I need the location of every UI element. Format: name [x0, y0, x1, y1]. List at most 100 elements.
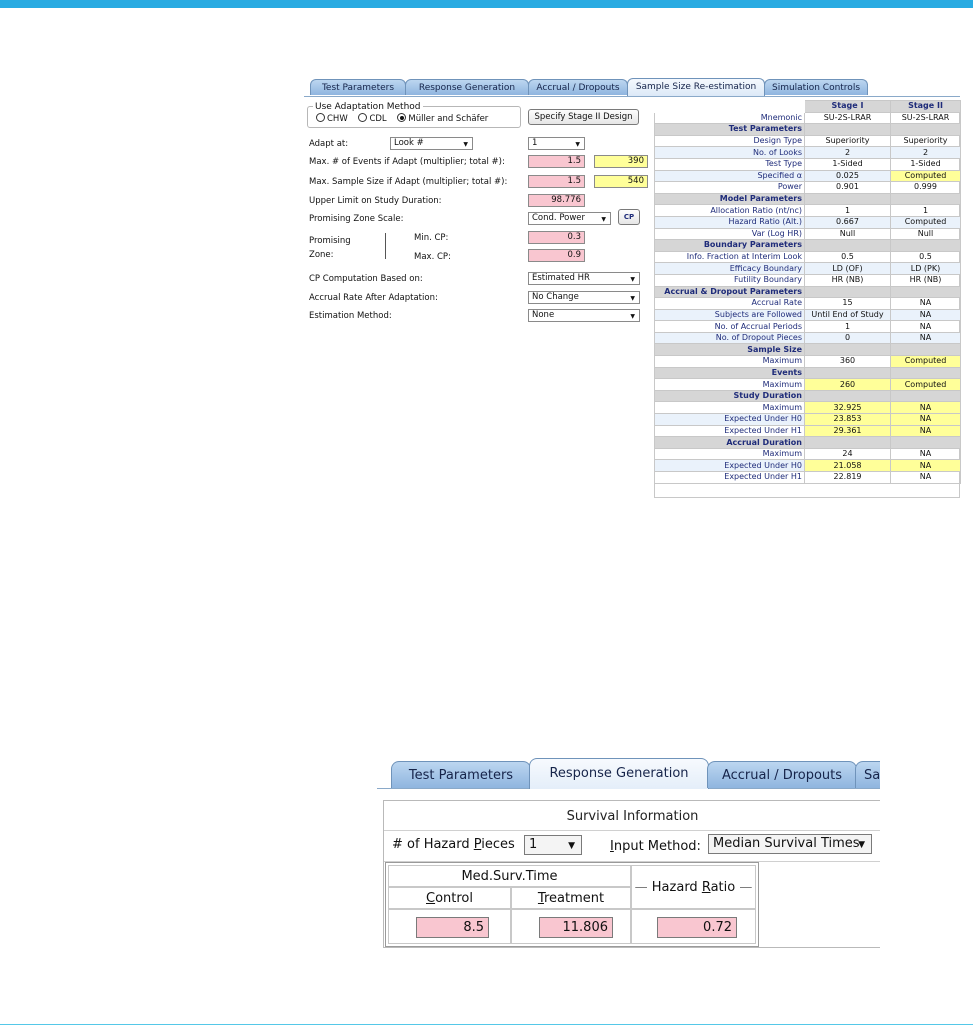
- summary-stage2-value: Computed: [890, 378, 961, 391]
- radio-muller-schafer[interactable]: Müller and Schäfer: [397, 113, 488, 124]
- adapt-at-label: Adapt at:: [309, 139, 349, 149]
- cp-icon: CP: [623, 213, 635, 221]
- summary-section-blank: [890, 123, 961, 136]
- summary-stage1-value: 1: [804, 320, 891, 333]
- summary-row: Mnemonic SU-2S-LRAR SU-2S-LRAR: [654, 111, 961, 125]
- summary-section-row: Model Parameters: [654, 192, 961, 206]
- summary-section-blank: [804, 436, 891, 449]
- tab-response-generation[interactable]: Response Generation: [529, 758, 709, 789]
- summary-row: Efficacy Boundary LD (OF) LD (PK): [654, 262, 961, 275]
- min-cp-input[interactable]: 0.3: [528, 231, 585, 244]
- tab-sample-size-truncated[interactable]: Sa: [855, 761, 880, 788]
- adaptation-method-group: Use Adaptation Method CHW CDL Müller and…: [307, 102, 521, 128]
- chevron-down-icon: ▼: [858, 840, 865, 850]
- promising-zone-scale-select[interactable]: Cond. Power ▼: [528, 212, 611, 225]
- summary-header-blank: [654, 100, 805, 113]
- summary-row-label: Power: [654, 181, 805, 194]
- adaptation-method-radios: CHW CDL Müller and Schäfer: [316, 113, 496, 124]
- summary-section-blank: [804, 192, 891, 206]
- summary-row-label: Hazard Ratio (Alt.): [654, 215, 805, 229]
- summary-row: Info. Fraction at Interim Look 0.5 0.5: [654, 250, 961, 264]
- hazard-ratio-input[interactable]: 0.72: [657, 917, 737, 938]
- summary-section-row: Accrual & Dropout Parameters: [654, 285, 961, 299]
- summary-row: Expected Under H1 29.361 NA: [654, 424, 961, 438]
- summary-section-blank: [890, 389, 961, 403]
- summary-section-blank: [804, 239, 891, 252]
- summary-stage2-value: NA: [890, 447, 961, 461]
- summary-stage1-value: 24: [804, 447, 891, 461]
- tab-test-parameters[interactable]: Test Parameters: [310, 79, 406, 95]
- summary-row: No. of Looks 2 2: [654, 146, 961, 159]
- accrual-after-select[interactable]: No Change ▼: [528, 291, 640, 304]
- summary-row-label: No. of Looks: [654, 146, 805, 159]
- summary-row: Maximum 32.925 NA: [654, 401, 961, 415]
- bottom-tab-strip: Test Parameters Response Generation Accr…: [377, 758, 880, 789]
- summary-stage2-value: NA: [890, 320, 961, 333]
- adapt-at-select[interactable]: Look # ▼: [390, 137, 473, 150]
- summary-row-label: Maximum: [654, 401, 805, 415]
- upper-limit-label: Upper Limit on Study Duration:: [309, 196, 442, 206]
- summary-stage1-value: 29.361: [804, 424, 891, 438]
- control-median-input[interactable]: 8.5: [416, 917, 489, 938]
- treatment-median-input[interactable]: 11.806: [539, 917, 613, 938]
- sample-size-reestimation-panel: Test Parameters Response Generation Accr…: [304, 78, 961, 498]
- hazard-pieces-select[interactable]: 1 ▼: [524, 835, 582, 855]
- specify-stage2-button[interactable]: Specify Stage II Design: [528, 109, 639, 125]
- summary-stage2-value: 1-Sided: [890, 157, 961, 171]
- summary-stage1-value: 23.853: [804, 413, 891, 426]
- summary-stage2-value: Superiority: [890, 134, 961, 148]
- summary-stage1-value: 0.025: [804, 169, 891, 183]
- summary-stage1-value: Null: [804, 227, 891, 241]
- radio-chw[interactable]: CHW: [316, 113, 348, 124]
- adapt-look-select[interactable]: 1 ▼: [528, 137, 585, 150]
- summary-section-label: Boundary Parameters: [654, 239, 805, 252]
- chevron-down-icon: ▼: [630, 276, 635, 283]
- summary-stage2-value: Computed: [890, 215, 961, 229]
- summary-row-label: Var (Log HR): [654, 227, 805, 241]
- summary-stage2-value: NA: [890, 297, 961, 310]
- tab-simulation-controls[interactable]: Simulation Controls: [764, 79, 868, 95]
- summary-section-blank: [804, 343, 891, 357]
- summary-row-label: Futility Boundary: [654, 273, 805, 287]
- tab-test-parameters[interactable]: Test Parameters: [391, 761, 531, 788]
- summary-row: No. of Accrual Periods 1 NA: [654, 320, 961, 333]
- estimation-method-select[interactable]: None ▼: [528, 309, 640, 322]
- summary-row: Var (Log HR) Null Null: [654, 227, 961, 241]
- summary-section-blank: [804, 389, 891, 403]
- adaptation-form: Use Adaptation Method CHW CDL Müller and…: [304, 97, 654, 397]
- summary-stage2-value: 0.5: [890, 250, 961, 264]
- upper-limit-input[interactable]: 98.776: [528, 194, 585, 207]
- top-tab-strip: Test Parameters Response Generation Accr…: [304, 78, 960, 97]
- summary-row: Allocation Ratio (nt/nc) 1 1: [654, 204, 961, 217]
- max-sample-label: Max. Sample Size if Adapt (multiplier; t…: [309, 177, 508, 187]
- summary-row-label: Maximum: [654, 447, 805, 461]
- summary-row-label: Efficacy Boundary: [654, 262, 805, 275]
- cp-chart-button[interactable]: CP: [618, 209, 640, 225]
- promising-label-2: Zone:: [309, 250, 334, 260]
- max-events-multiplier-input[interactable]: 1.5: [528, 155, 585, 168]
- summary-stage2-value: HR (NB): [890, 273, 961, 287]
- summary-stage1-value: 360: [804, 355, 891, 368]
- tab-sample-size-reestimation[interactable]: Sample Size Re-estimation: [627, 78, 765, 96]
- summary-row: Futility Boundary HR (NB) HR (NB): [654, 273, 961, 287]
- summary-stage1-value: 260: [804, 378, 891, 391]
- input-method-select[interactable]: Median Survival Times ▼: [708, 834, 872, 854]
- summary-section-blank: [890, 285, 961, 299]
- radio-cdl[interactable]: CDL: [358, 113, 387, 124]
- max-cp-input[interactable]: 0.9: [528, 249, 585, 262]
- summary-stage1-value: HR (NB): [804, 273, 891, 287]
- summary-stage2-value: NA: [890, 459, 961, 472]
- max-sample-multiplier-input[interactable]: 1.5: [528, 175, 585, 188]
- tab-response-generation[interactable]: Response Generation: [405, 79, 529, 95]
- cp-computation-select[interactable]: Estimated HR ▼: [528, 272, 640, 285]
- summary-row: Accrual Rate 15 NA: [654, 297, 961, 310]
- summary-section-row: Study Duration: [654, 389, 961, 403]
- summary-stage2-value: NA: [890, 413, 961, 426]
- summary-row-label: No. of Dropout Pieces: [654, 331, 805, 345]
- tab-accrual-dropouts[interactable]: Accrual / Dropouts: [707, 761, 857, 788]
- tab-accrual-dropouts[interactable]: Accrual / Dropouts: [528, 79, 628, 95]
- summary-stage2-value: NA: [890, 308, 961, 322]
- summary-section-blank: [890, 192, 961, 206]
- med-surv-time-header: Med.Surv.Time: [388, 865, 631, 887]
- summary-section-label: Accrual & Dropout Parameters: [654, 285, 805, 299]
